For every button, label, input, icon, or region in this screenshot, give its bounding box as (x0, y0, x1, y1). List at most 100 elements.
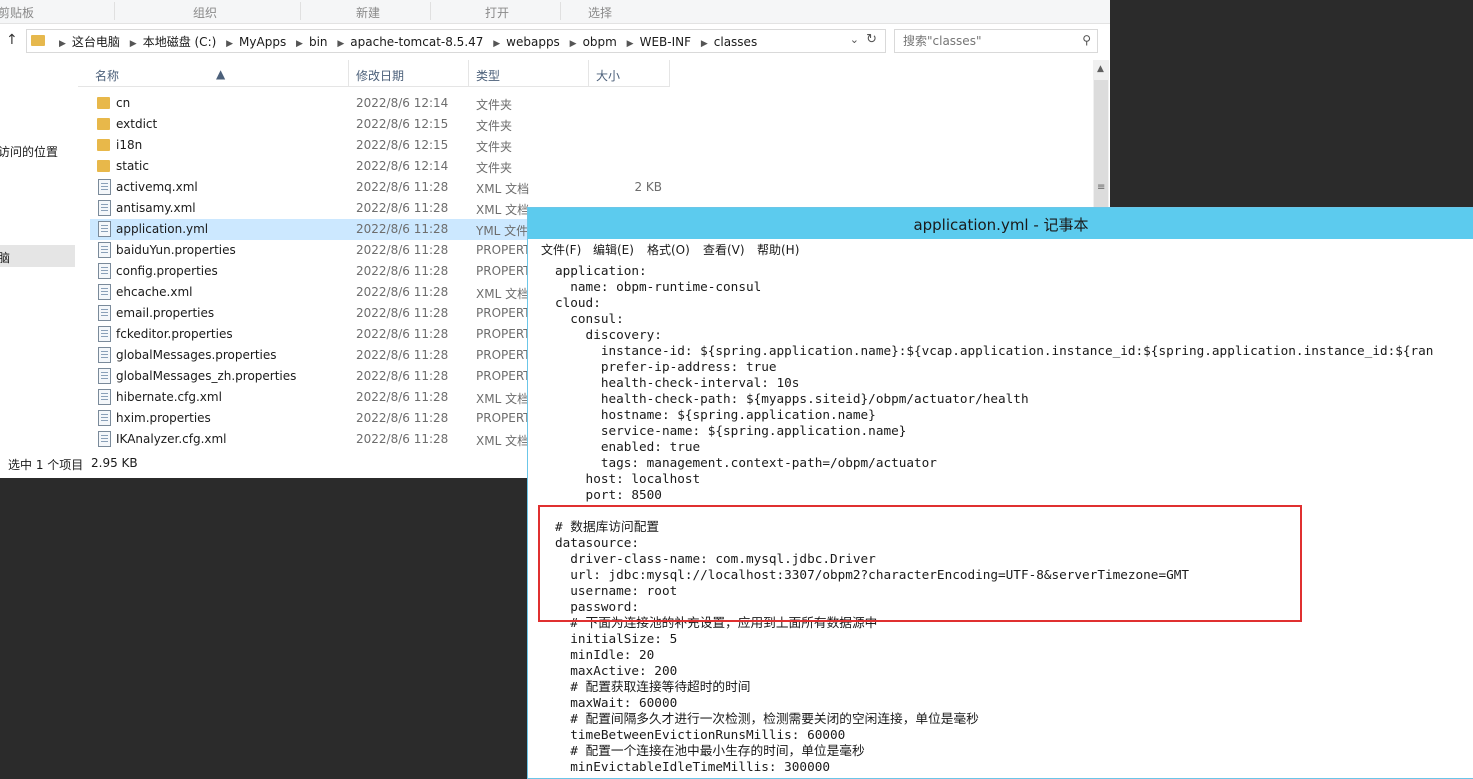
column-divider[interactable] (348, 60, 349, 86)
file-name: config.properties (116, 264, 218, 278)
file-type: XML 文档 (476, 434, 530, 448)
document-icon (98, 368, 111, 384)
document-icon (98, 431, 111, 447)
document-icon (98, 242, 111, 258)
file-row[interactable]: i18n 2022/8/6 12:15 文件夹 (90, 135, 670, 156)
crumb-obpm[interactable]: obpm (583, 35, 617, 49)
file-date: 2022/8/6 11:28 (356, 180, 449, 194)
scroll-up-icon[interactable]: ▲ (1097, 64, 1104, 74)
file-date: 2022/8/6 12:15 (356, 138, 449, 152)
ribbon-select[interactable]: 选择 (588, 4, 612, 21)
crumb-local-disk[interactable]: 本地磁盘 (C:) (143, 35, 217, 49)
crumb-classes[interactable]: classes (714, 35, 757, 49)
file-name: ehcache.xml (116, 285, 193, 299)
ribbon-divider (114, 2, 115, 20)
search-icon[interactable]: ⚲ (1082, 33, 1091, 47)
file-date: 2022/8/6 12:15 (356, 117, 449, 131)
chevron-right-icon: ▶ (226, 39, 234, 49)
notepad-window: application.yml - 记事本 文件(F) 编辑(E) 格式(O) … (527, 207, 1473, 779)
ribbon-open[interactable]: 打开 (485, 4, 509, 21)
chevron-down-icon[interactable]: ⌄ (850, 33, 859, 46)
breadcrumb: ▶ 这台电脑 ▶ 本地磁盘 (C:) ▶ MyApps ▶ bin ▶ apache-to… (53, 33, 757, 50)
menu-view[interactable]: 查看(V) (703, 241, 745, 258)
menu-edit[interactable]: 编辑(E) (593, 241, 634, 258)
notepad-title-bar[interactable]: application.yml - 记事本 (528, 208, 1473, 239)
file-name: fckeditor.properties (116, 327, 233, 341)
grip-icon: ≡ (1097, 182, 1106, 193)
code-line: host: localhost (555, 471, 701, 486)
folder-icon (31, 35, 45, 46)
crumb-bin[interactable]: bin (309, 35, 328, 49)
file-date: 2022/8/6 11:28 (356, 390, 449, 404)
code-line: prefer-ip-address: true (555, 359, 777, 374)
ribbon-organize[interactable]: 组织 (193, 4, 217, 21)
background-terminal (0, 478, 528, 777)
file-date: 2022/8/6 11:28 (356, 348, 449, 362)
file-type: PROPERT (476, 411, 531, 425)
up-arrow-icon[interactable]: ↑ (6, 32, 18, 48)
column-divider[interactable] (588, 60, 589, 86)
file-type: 文件夹 (476, 119, 513, 133)
code-line: cloud: (555, 295, 601, 310)
column-divider[interactable] (468, 60, 469, 86)
file-name: IKAnalyzer.cfg.xml (116, 432, 227, 446)
refresh-icon[interactable]: ↻ (866, 32, 877, 47)
file-date: 2022/8/6 11:28 (356, 222, 449, 236)
chevron-right-icon: ▶ (626, 39, 634, 49)
column-type[interactable]: 类型 (476, 67, 500, 84)
code-line: application: (555, 263, 647, 278)
document-icon (98, 263, 111, 279)
folder-icon (97, 160, 110, 172)
file-name: hxim.properties (116, 411, 211, 425)
document-icon (98, 347, 111, 363)
address-row: ↑ ▶ 这台电脑 ▶ 本地磁盘 (C:) ▶ MyApps ▶ bin ▶ apache-… (0, 28, 1110, 56)
column-date[interactable]: 修改日期 (356, 67, 404, 84)
file-date: 2022/8/6 12:14 (356, 159, 449, 173)
ribbon-new[interactable]: 新建 (356, 4, 380, 21)
nav-recent-places[interactable]: 访问的位置 (0, 143, 58, 160)
file-row[interactable]: activemq.xml 2022/8/6 11:28 XML 文档 2 KB (90, 177, 670, 198)
sort-up-icon: ▲ (216, 67, 226, 81)
file-date: 2022/8/6 11:28 (356, 201, 449, 215)
code-line: health-check-interval: 10s (555, 375, 800, 390)
highlight-box (538, 505, 1302, 622)
code-line: instance-id: ${spring.application.name}:… (555, 343, 1434, 358)
crumb-webapps[interactable]: webapps (506, 35, 560, 49)
address-bar[interactable]: ▶ 这台电脑 ▶ 本地磁盘 (C:) ▶ MyApps ▶ bin ▶ apache-to… (26, 29, 886, 53)
file-type: YML 文件 (476, 224, 529, 238)
crumb-this-pc[interactable]: 这台电脑 (72, 35, 120, 49)
code-line: hostname: ${spring.application.name} (555, 407, 876, 422)
file-type: PROPERT (476, 369, 531, 383)
file-name: globalMessages_zh.properties (116, 369, 297, 383)
file-row[interactable]: static 2022/8/6 12:14 文件夹 (90, 156, 670, 177)
search-box: ⚲ (894, 29, 1098, 53)
folder-icon (97, 97, 110, 109)
column-divider[interactable] (669, 60, 670, 86)
document-icon (98, 410, 111, 426)
ribbon-clipboard[interactable]: 剪贴板 (0, 4, 34, 21)
file-type: 文件夹 (476, 140, 513, 154)
crumb-myapps[interactable]: MyApps (239, 35, 286, 49)
crumb-web-inf[interactable]: WEB-INF (640, 35, 691, 49)
notepad-menu-bar: 文件(F) 编辑(E) 格式(O) 查看(V) 帮助(H) (528, 239, 1473, 260)
menu-help[interactable]: 帮助(H) (757, 241, 799, 258)
file-name: globalMessages.properties (116, 348, 277, 362)
folder-icon (97, 118, 110, 130)
document-icon (98, 284, 111, 300)
menu-format[interactable]: 格式(O) (647, 241, 690, 258)
column-name[interactable]: 名称 (95, 67, 119, 84)
code-line: name: obpm-runtime-consul (555, 279, 762, 294)
menu-file[interactable]: 文件(F) (541, 241, 581, 258)
status-bar: 选中 1 个项目 2.95 KB (0, 452, 530, 474)
code-line: maxWait: 60000 (555, 695, 678, 710)
nav-this-pc[interactable]: 脑 (0, 249, 10, 266)
code-line: initialSize: 5 (555, 631, 678, 646)
crumb-tomcat[interactable]: apache-tomcat-8.5.47 (350, 35, 483, 49)
nav-selected-item[interactable] (0, 245, 75, 267)
column-size[interactable]: 大小 (596, 67, 620, 84)
file-name: baiduYun.properties (116, 243, 236, 257)
file-type: XML 文档 (476, 203, 530, 217)
file-row[interactable]: extdict 2022/8/6 12:15 文件夹 (90, 114, 670, 135)
search-input[interactable] (901, 32, 1075, 50)
file-row[interactable]: cn 2022/8/6 12:14 文件夹 (90, 93, 670, 114)
